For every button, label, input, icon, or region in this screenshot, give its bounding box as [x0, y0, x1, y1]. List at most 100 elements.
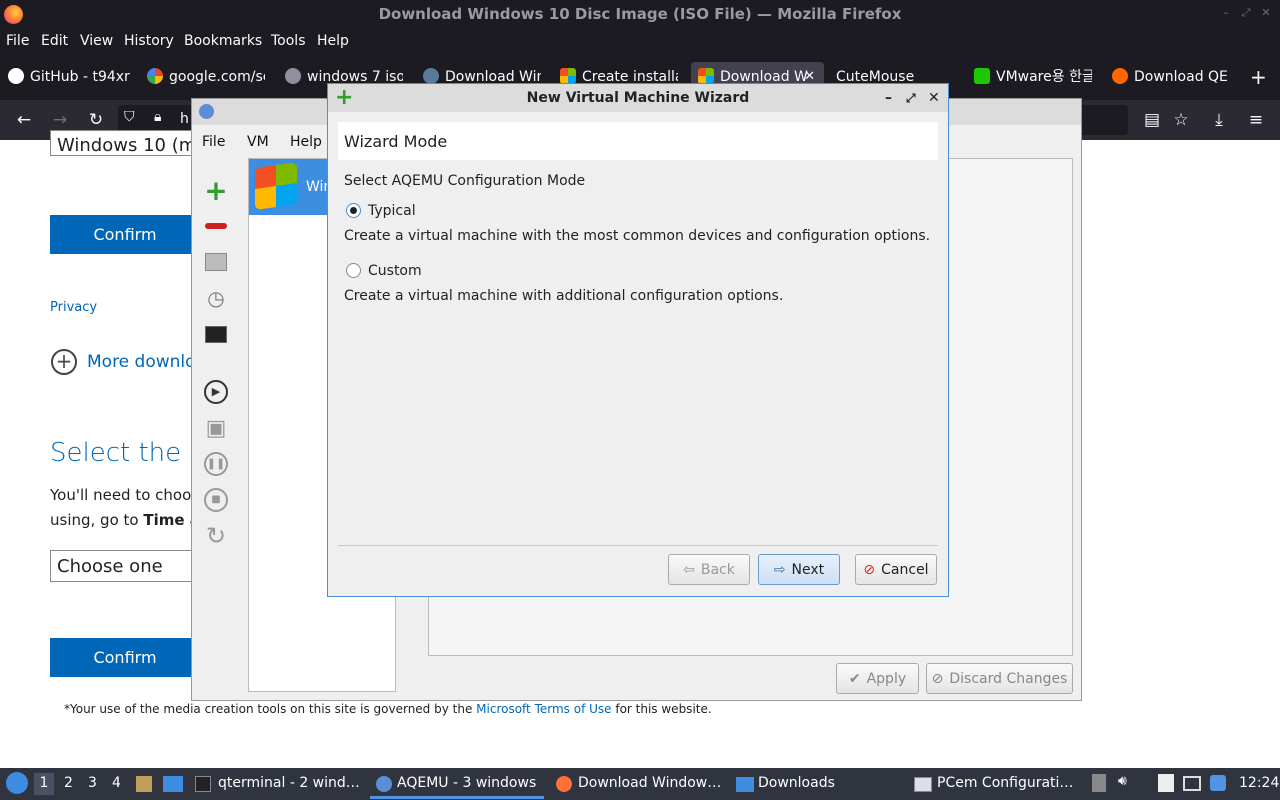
penguin-icon — [423, 68, 439, 84]
maximize-icon[interactable]: ⤢ — [1240, 7, 1252, 19]
downloads-icon[interactable]: ⤓ — [1207, 108, 1231, 132]
add-vm-icon[interactable]: + — [200, 174, 232, 207]
hard-disk-icon[interactable] — [200, 246, 232, 278]
notification-icon[interactable] — [1210, 775, 1226, 791]
more-downloads-link[interactable]: More downloa — [87, 352, 206, 372]
lock-icon[interactable]: 🔒︎ — [154, 109, 161, 125]
typical-radio[interactable] — [346, 203, 361, 218]
custom-label[interactable]: Custom — [368, 263, 422, 279]
terminal-task-icon — [195, 776, 211, 792]
aqemu-menu-vm[interactable]: VM — [247, 134, 269, 150]
cancel-button[interactable]: ⊘ Cancel — [855, 554, 937, 585]
menu-tools[interactable]: Tools — [271, 33, 306, 49]
tab-label: Download QE — [1134, 69, 1228, 85]
clock-icon[interactable]: ◷ — [200, 282, 232, 314]
file-manager-icon[interactable] — [136, 776, 152, 792]
start-menu-icon[interactable] — [6, 772, 28, 794]
volume-icon[interactable]: 🔊︎ — [1118, 773, 1127, 789]
tab-google[interactable]: google.com/se — [147, 62, 265, 92]
reload-icon[interactable]: ↻ — [84, 108, 108, 132]
minimize-icon[interactable]: – — [1220, 7, 1232, 19]
wizard-maximize-icon[interactable]: ⤢ — [906, 84, 916, 112]
back-button[interactable]: ⇦ Back — [668, 554, 750, 585]
task-downloads[interactable]: Downloads — [758, 775, 835, 791]
menu-history[interactable]: History — [124, 33, 174, 49]
stop-icon[interactable]: ■ — [200, 484, 232, 516]
instructions-line-1: You'll need to choos — [50, 486, 200, 504]
tab-label: VMware용 한글 — [996, 69, 1092, 85]
workspace-4[interactable]: 4 — [112, 775, 121, 791]
task-firefox[interactable]: Download Window… — [578, 775, 721, 791]
bookmark-star-icon[interactable]: ☆ — [1169, 108, 1193, 132]
wizard-titlebar: New Virtual Machine Wizard + – ⤢ ✕ — [328, 84, 948, 112]
workspace-3[interactable]: 3 — [88, 775, 97, 791]
aqemu-menu-file[interactable]: File — [202, 134, 225, 150]
workspace-2[interactable]: 2 — [64, 775, 73, 791]
clock[interactable]: 12:24 — [1239, 775, 1279, 791]
menu-view[interactable]: View — [80, 33, 113, 49]
cancel-label: Cancel — [881, 561, 929, 578]
confirm-edition-button[interactable]: Confirm — [50, 215, 200, 254]
next-button[interactable]: ⇨ Next — [758, 554, 840, 585]
clipboard-icon[interactable] — [1158, 774, 1174, 792]
custom-radio[interactable] — [346, 263, 361, 278]
apply-button[interactable]: ✔ Apply — [836, 663, 919, 694]
aqemu-menu-help[interactable]: Help — [290, 134, 322, 150]
typical-label[interactable]: Typical — [368, 203, 416, 219]
check-icon: ✔ — [848, 670, 861, 687]
cancel-icon: ⊘ — [863, 561, 876, 578]
pause-icon[interactable]: ❚❚ — [200, 448, 232, 480]
tab-github[interactable]: GitHub - t94xr — [8, 62, 130, 92]
menu-bookmarks[interactable]: Bookmarks — [184, 33, 262, 49]
wizard-add-icon: + — [335, 85, 354, 110]
task-pcem[interactable]: PCem Configurati… — [937, 775, 1073, 791]
windows-xp-icon — [255, 162, 297, 210]
task-aqemu[interactable]: AQEMU - 3 windows — [397, 775, 536, 791]
reset-icon[interactable]: ↻ — [200, 520, 232, 552]
task-qterminal[interactable]: qterminal - 2 wind… — [218, 775, 360, 791]
remove-vm-icon[interactable] — [200, 210, 232, 242]
forward-arrow-icon[interactable]: → — [48, 108, 72, 132]
terms-of-use-link[interactable]: Microsoft Terms of Use — [476, 702, 611, 716]
typical-description: Create a virtual machine with the most c… — [344, 228, 931, 244]
language-select[interactable]: Choose one — [50, 550, 200, 582]
tab-label: google.com/se — [169, 69, 265, 85]
terminal-icon[interactable] — [200, 318, 232, 350]
confirm-language-button[interactable]: Confirm — [50, 638, 200, 677]
discard-icon: ⊘ — [931, 670, 944, 687]
discard-changes-button[interactable]: ⊘ Discard Changes — [926, 663, 1073, 694]
hamburger-menu-icon[interactable]: ≡ — [1244, 108, 1268, 132]
taskbar: 1 2 3 4 qterminal - 2 wind… AQEMU - 3 wi… — [0, 768, 1280, 800]
show-desktop-icon[interactable] — [163, 776, 183, 792]
firefox-logo-icon — [4, 5, 23, 24]
apply-label: Apply — [866, 670, 907, 687]
shield-icon[interactable]: ⛉ — [124, 109, 135, 125]
menu-help[interactable]: Help — [317, 33, 349, 49]
new-tab-button[interactable]: + — [1250, 62, 1270, 92]
expand-plus-icon[interactable]: + — [51, 349, 77, 375]
save-icon[interactable]: ▣ — [200, 412, 232, 444]
wizard-close-icon[interactable]: ✕ — [928, 84, 940, 112]
url-text: h — [180, 111, 189, 127]
edition-select[interactable]: Windows 10 (mu — [50, 130, 200, 156]
instructions-text: using, go to — [50, 511, 144, 529]
workspace-1[interactable]: 1 — [34, 773, 54, 795]
play-icon[interactable]: ▶ — [200, 376, 232, 408]
footer-text: *Your use of the media creation tools on… — [64, 702, 477, 716]
windows-icon — [560, 68, 576, 84]
new-vm-wizard-dialog: New Virtual Machine Wizard + – ⤢ ✕ Wizar… — [327, 83, 949, 597]
privacy-link[interactable]: Privacy — [50, 300, 97, 315]
reader-view-icon[interactable]: ▤ — [1140, 108, 1164, 132]
divider — [338, 545, 938, 546]
back-arrow-icon[interactable]: ← — [12, 108, 36, 132]
close-icon[interactable]: ✕ — [1260, 7, 1272, 19]
menu-edit[interactable]: Edit — [41, 33, 68, 49]
aqemu-task-icon — [376, 776, 392, 792]
wizard-minimize-icon[interactable]: – — [885, 84, 892, 112]
network-icon[interactable] — [1183, 776, 1201, 791]
tab-qemu[interactable]: Download QE — [1112, 62, 1230, 92]
menu-file[interactable]: File — [6, 33, 29, 49]
tray-eject-icon[interactable] — [1092, 774, 1106, 792]
github-icon — [8, 68, 24, 84]
tab-vmware[interactable]: VMware용 한글 — [974, 62, 1092, 92]
